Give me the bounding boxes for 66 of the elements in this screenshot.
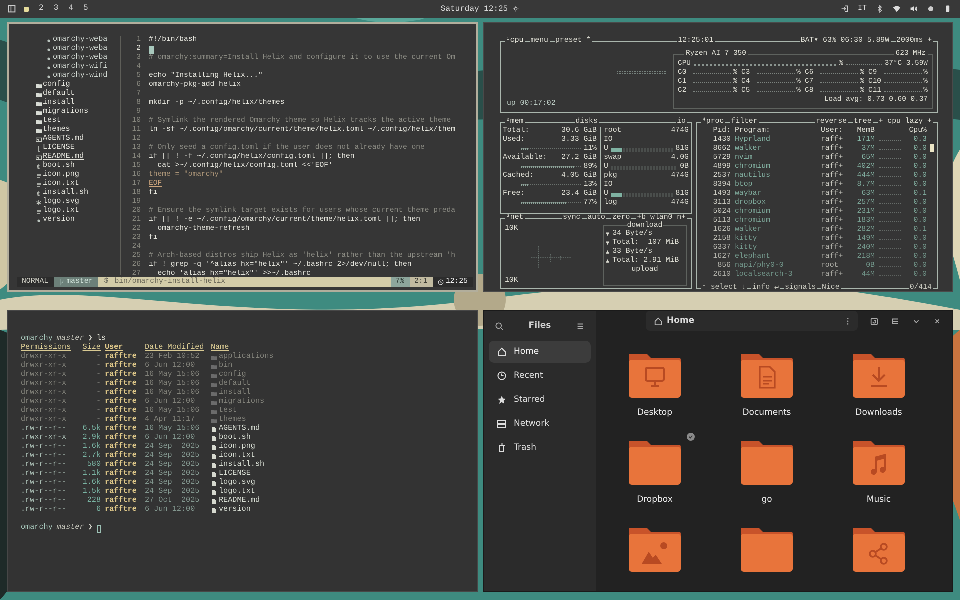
- asterisk-icon: [36, 200, 42, 206]
- list-view-icon[interactable]: [891, 316, 900, 326]
- close-icon[interactable]: [933, 316, 942, 326]
- branch-icon: [58, 278, 65, 286]
- folder-name[interactable]: Downloads: [856, 408, 902, 418]
- folder-icon[interactable]: [629, 441, 681, 485]
- workspace-button[interactable]: 3: [52, 4, 61, 14]
- folder-name[interactable]: Documents: [742, 408, 792, 418]
- memory-meter: [521, 202, 581, 205]
- battery-icon[interactable]: [944, 5, 952, 13]
- home-icon: [497, 347, 507, 357]
- folder-name[interactable]: Desktop: [637, 408, 673, 418]
- cpu-graph: [617, 70, 667, 76]
- document-icon: [36, 172, 42, 178]
- new-tab-icon[interactable]: [870, 316, 879, 326]
- sidebar-item[interactable]: Network: [489, 413, 591, 435]
- star-icon: [497, 395, 507, 405]
- clock-icon: [438, 278, 444, 286]
- sidebar-item[interactable]: Trash: [489, 437, 591, 459]
- memory-meter: [521, 166, 581, 169]
- document-icon: [36, 182, 42, 188]
- folder-name[interactable]: Dropbox: [637, 495, 673, 505]
- markdown-icon: [36, 136, 42, 142]
- server-icon: [497, 419, 507, 429]
- workspace-button[interactable]: [22, 4, 31, 14]
- window-title: Files: [528, 321, 552, 331]
- folder-name[interactable]: go: [762, 495, 772, 505]
- text-cursor: [96, 525, 101, 533]
- wifi-icon[interactable]: [893, 5, 901, 13]
- folder-icon[interactable]: [853, 441, 905, 485]
- more-icon[interactable]: [846, 316, 850, 326]
- clock-icon: [497, 371, 507, 381]
- file-icon: [36, 218, 42, 224]
- path-label: Home: [667, 316, 695, 326]
- memory-meter: [521, 184, 581, 187]
- login-icon[interactable]: [840, 5, 849, 13]
- trash-icon: [497, 443, 507, 453]
- text-cursor: [149, 46, 154, 54]
- search-icon[interactable]: [495, 322, 504, 330]
- sidebar-item[interactable]: Starred: [489, 389, 591, 411]
- folder-icon[interactable]: [853, 528, 905, 572]
- scrollbar-thumb[interactable]: [930, 144, 934, 152]
- status-icon[interactable]: [927, 5, 935, 13]
- menu-icon[interactable]: [576, 322, 585, 330]
- document-icon: [36, 208, 42, 214]
- memory-meter: [521, 148, 581, 151]
- workspace-button[interactable]: 5: [81, 4, 90, 14]
- workspace-button[interactable]: 4: [66, 4, 76, 14]
- sidebar-item[interactable]: Recent: [489, 365, 591, 387]
- folder-icon[interactable]: [629, 354, 681, 398]
- path-bar[interactable]: Home: [646, 311, 858, 331]
- sun-icon[interactable]: [513, 6, 520, 12]
- folder-icon[interactable]: [741, 528, 793, 572]
- layout-icon[interactable]: [8, 5, 16, 13]
- workspace-button[interactable]: 2: [37, 4, 46, 14]
- folder-icon[interactable]: [741, 354, 793, 398]
- home-icon: [654, 316, 663, 326]
- markdown-icon: [36, 154, 42, 160]
- folder-icon[interactable]: [629, 528, 681, 572]
- folder-name[interactable]: Music: [866, 495, 892, 505]
- bluetooth-icon[interactable]: [876, 5, 884, 13]
- volume-icon[interactable]: [910, 5, 918, 13]
- folder-icon[interactable]: [853, 354, 905, 398]
- folder-icon[interactable]: [741, 441, 793, 485]
- sidebar-item[interactable]: Home: [489, 341, 591, 363]
- clock[interactable]: Saturday 12:25: [440, 4, 508, 14]
